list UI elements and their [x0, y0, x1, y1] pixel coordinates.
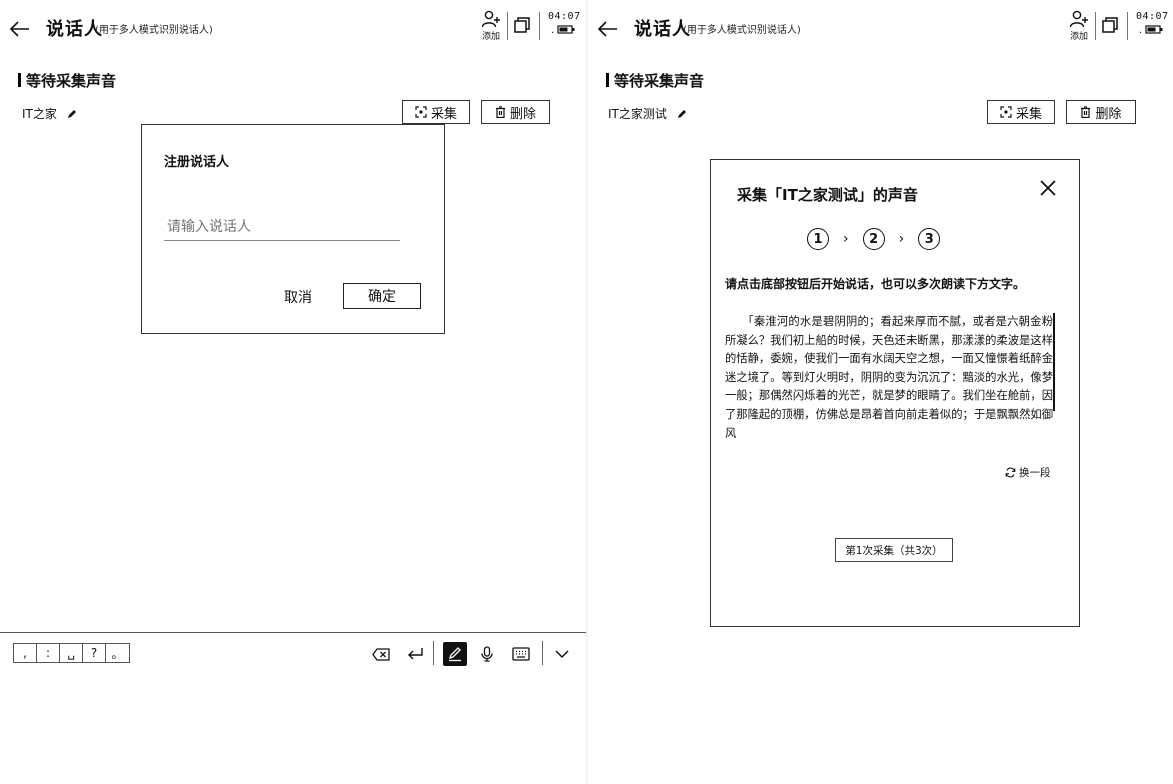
step-3: 3: [918, 228, 941, 250]
keyboard-toolbar: , : ␣ ? 。: [0, 632, 586, 784]
dialog-title: 注册说话人: [164, 155, 230, 170]
battery-icon: [1145, 25, 1163, 34]
delete-button[interactable]: 删除: [481, 100, 550, 124]
add-person-icon: [1069, 10, 1088, 28]
scrollbar[interactable]: [1053, 313, 1055, 411]
header: 说话人 (用于多人模式识别说话人) 添加 04:07 .: [0, 0, 586, 58]
confirm-button[interactable]: 确定: [343, 283, 421, 309]
change-passage-label: 换一段: [1019, 467, 1051, 479]
space-key[interactable]: ␣: [60, 644, 83, 662]
status-dot: .: [551, 25, 555, 36]
edit-pencil-icon[interactable]: [677, 109, 687, 119]
delete-button[interactable]: 删除: [1066, 100, 1136, 124]
modal-title: 采集「IT之家测试」的声音: [737, 186, 918, 204]
speaker-name-row[interactable]: IT之家: [22, 105, 77, 122]
refresh-icon: [1005, 467, 1016, 478]
clock: 04:07: [548, 11, 581, 22]
scan-icon: [415, 106, 427, 118]
step-2: 2: [862, 228, 885, 250]
backspace-button[interactable]: [371, 644, 391, 664]
header-divider: [507, 12, 508, 40]
voice-input-button[interactable]: [477, 644, 497, 664]
handwriting-button[interactable]: [443, 642, 467, 666]
colon-key[interactable]: :: [37, 644, 60, 662]
comma-key[interactable]: ,: [14, 644, 37, 662]
question-key[interactable]: ?: [83, 644, 106, 662]
speaker-name: IT之家: [22, 107, 57, 121]
period-key[interactable]: 。: [106, 644, 129, 662]
capture-count-button[interactable]: 第1次采集（共3次）: [835, 538, 953, 562]
enter-button[interactable]: [405, 644, 425, 664]
clock: 04:07: [1136, 11, 1169, 22]
header-divider: [539, 12, 540, 40]
enter-icon: [408, 648, 423, 660]
add-speaker-button[interactable]: 添加: [480, 10, 502, 46]
status-dot: .: [1139, 25, 1143, 36]
page-subtitle: (用于多人模式识别说话人): [95, 25, 213, 36]
keyboard-icon: [512, 647, 530, 661]
edit-pencil-icon[interactable]: [67, 109, 77, 119]
left-screen: 说话人 (用于多人模式识别说话人) 添加 04:07 . 等待采集声音 IT之家: [0, 0, 586, 784]
add-person-icon: [481, 10, 500, 28]
section-heading: 等待采集声音: [18, 70, 116, 91]
speaker-name: IT之家测试: [608, 107, 667, 121]
instruction-text: 请点击底部按钮后开始说话，也可以多次朗读下方文字。: [725, 277, 1026, 291]
delete-label: 删除: [1095, 106, 1122, 122]
step-arrow-icon: ›: [843, 231, 849, 247]
add-label: 添加: [1069, 32, 1088, 42]
chevron-down-icon: [555, 650, 569, 659]
add-speaker-button[interactable]: 添加: [1068, 10, 1090, 46]
page-subtitle: (用于多人模式识别说话人): [683, 25, 801, 36]
capture-button[interactable]: 采集: [987, 100, 1055, 124]
close-icon[interactable]: [1039, 179, 1057, 197]
back-arrow-icon[interactable]: [597, 18, 619, 40]
step-1: 1: [807, 228, 829, 250]
right-screen: 说话人 (用于多人模式识别说话人) 添加 04:07 . 等待采集声音 IT之家…: [588, 0, 1173, 784]
section-heading: 等待采集声音: [606, 70, 704, 91]
keyboard-button[interactable]: [511, 644, 531, 664]
add-label: 添加: [481, 32, 500, 42]
capture-label: 采集: [430, 106, 457, 122]
header-divider: [1095, 12, 1096, 40]
pen-icon: [448, 647, 461, 662]
microphone-icon: [481, 646, 493, 662]
trash-icon: [1081, 106, 1091, 118]
trash-icon: [495, 106, 505, 118]
reading-passage: 「秦淮河的水是碧阴阴的；看起来厚而不腻，或者是六朝金粉所凝么？我们初上船的时候，…: [725, 315, 1053, 440]
toolbar-divider: [542, 641, 543, 665]
step-arrow-icon: ›: [898, 231, 905, 247]
speaker-name-input[interactable]: [164, 217, 400, 241]
back-arrow-icon[interactable]: [9, 18, 31, 40]
delete-label: 删除: [509, 106, 536, 122]
header: 说话人 (用于多人模式识别说话人) 添加 04:07 .: [588, 0, 1173, 58]
scan-icon: [1000, 106, 1012, 118]
toolbar-divider: [433, 641, 434, 665]
header-divider: [1127, 12, 1128, 40]
battery-icon: [557, 25, 575, 34]
punctuation-keys: , : ␣ ? 。: [13, 643, 130, 663]
collapse-keyboard-button[interactable]: [552, 644, 572, 664]
change-passage-button[interactable]: 换一段: [1005, 465, 1051, 480]
cancel-button[interactable]: 取消: [284, 287, 312, 307]
window-icon[interactable]: [513, 16, 531, 34]
speaker-name-row[interactable]: IT之家测试: [608, 105, 687, 122]
register-speaker-dialog: 注册说话人 取消 确定: [141, 124, 445, 334]
step-indicator: 1 › 2 › 3: [807, 228, 941, 250]
capture-button[interactable]: 采集: [402, 100, 470, 124]
voice-capture-modal: 采集「IT之家测试」的声音 1 › 2 › 3 请点击底部按钮后开始说话，也可以…: [710, 159, 1080, 627]
capture-label: 采集: [1015, 106, 1042, 122]
content-panel: 等待采集声音 IT之家测试 采集 删除 采集「IT之家测试」的声音 1 › 2 …: [606, 58, 1161, 784]
window-icon[interactable]: [1101, 16, 1119, 34]
backspace-icon: [372, 647, 390, 661]
